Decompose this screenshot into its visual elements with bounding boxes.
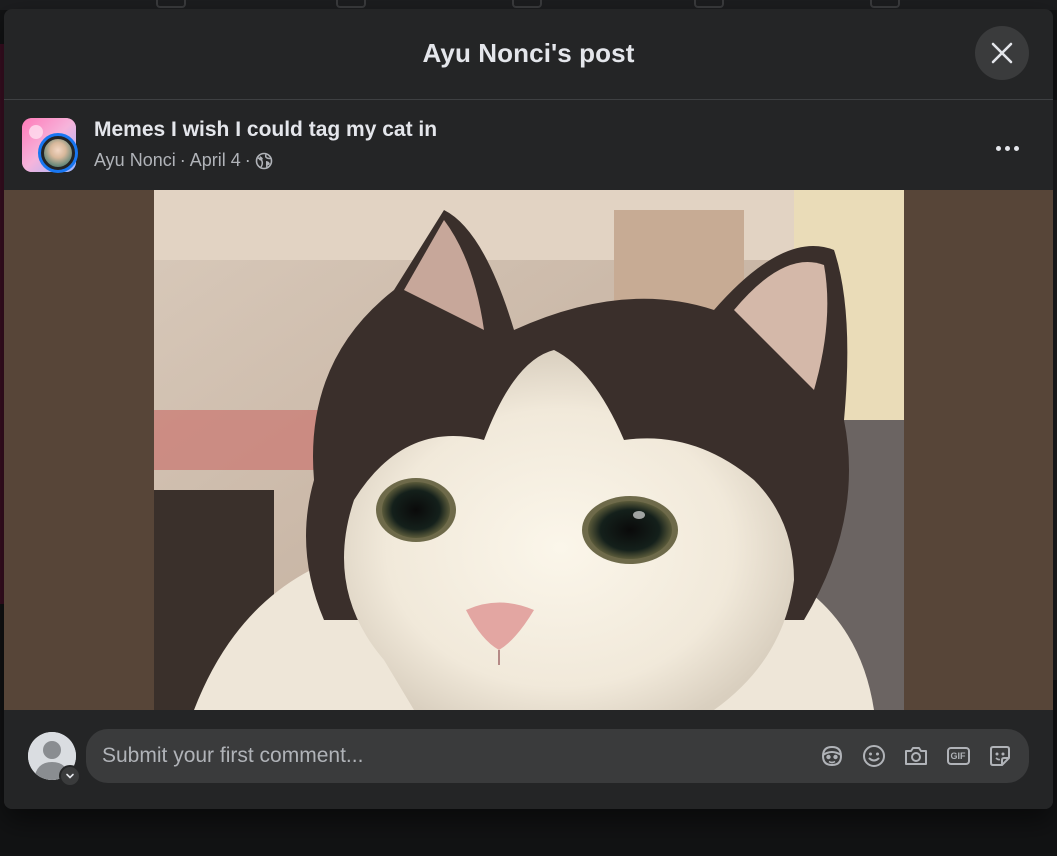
chevron-down-icon	[66, 773, 74, 779]
avatar-sticker-icon	[821, 745, 843, 767]
more-options-icon	[995, 145, 1001, 151]
emoji-button[interactable]	[857, 739, 891, 773]
meta-separator: ·	[179, 150, 186, 170]
post-media[interactable]	[4, 190, 1053, 710]
comment-composer: GIF	[4, 710, 1053, 809]
background-right-strip	[1053, 100, 1057, 680]
gif-icon: GIF	[946, 747, 970, 765]
close-icon	[991, 42, 1013, 64]
gif-button[interactable]: GIF	[941, 739, 975, 773]
more-options-dot	[1004, 145, 1010, 151]
globe-icon	[255, 152, 273, 169]
post-author[interactable]: Ayu Nonci	[94, 150, 176, 171]
modal-title: Ayu Nonci's post	[422, 37, 635, 68]
background-nav-icon	[336, 0, 366, 8]
comment-tools: GIF	[815, 739, 1029, 773]
cat-image	[154, 190, 904, 710]
modal-header: Ayu Nonci's post	[4, 9, 1053, 100]
post-header: Memes I wish I could tag my cat in Ayu N…	[4, 100, 1053, 190]
profile-switch-button[interactable]	[59, 765, 81, 787]
more-options-button[interactable]	[991, 140, 1023, 156]
background-nav-icon	[694, 0, 724, 8]
comment-box: GIF	[86, 729, 1029, 783]
post-date[interactable]: April 4	[190, 150, 241, 171]
post-group-name[interactable]: Memes I wish I could tag my cat in	[94, 118, 437, 142]
post-meta: Ayu Nonci · April 4 ·	[94, 150, 273, 171]
background-nav-icon	[870, 0, 900, 8]
sticker-button[interactable]	[983, 739, 1017, 773]
post-modal: Ayu Nonci's post Memes I wish I could ta…	[4, 9, 1053, 809]
more-options-dot	[1013, 145, 1019, 151]
emoji-icon	[863, 745, 885, 767]
author-avatar[interactable]	[38, 133, 78, 173]
background-nav-icon	[156, 0, 186, 8]
close-button[interactable]	[975, 26, 1029, 80]
author-photo	[42, 137, 74, 169]
camera-icon	[905, 747, 927, 765]
background-nav-icon	[512, 0, 542, 8]
sticker-icon	[990, 746, 1010, 766]
avatar-sticker-button[interactable]	[815, 739, 849, 773]
meta-separator: ·	[244, 150, 251, 170]
photo-button[interactable]	[899, 739, 933, 773]
comment-input[interactable]	[86, 729, 815, 783]
cat-photo[interactable]	[154, 190, 904, 710]
